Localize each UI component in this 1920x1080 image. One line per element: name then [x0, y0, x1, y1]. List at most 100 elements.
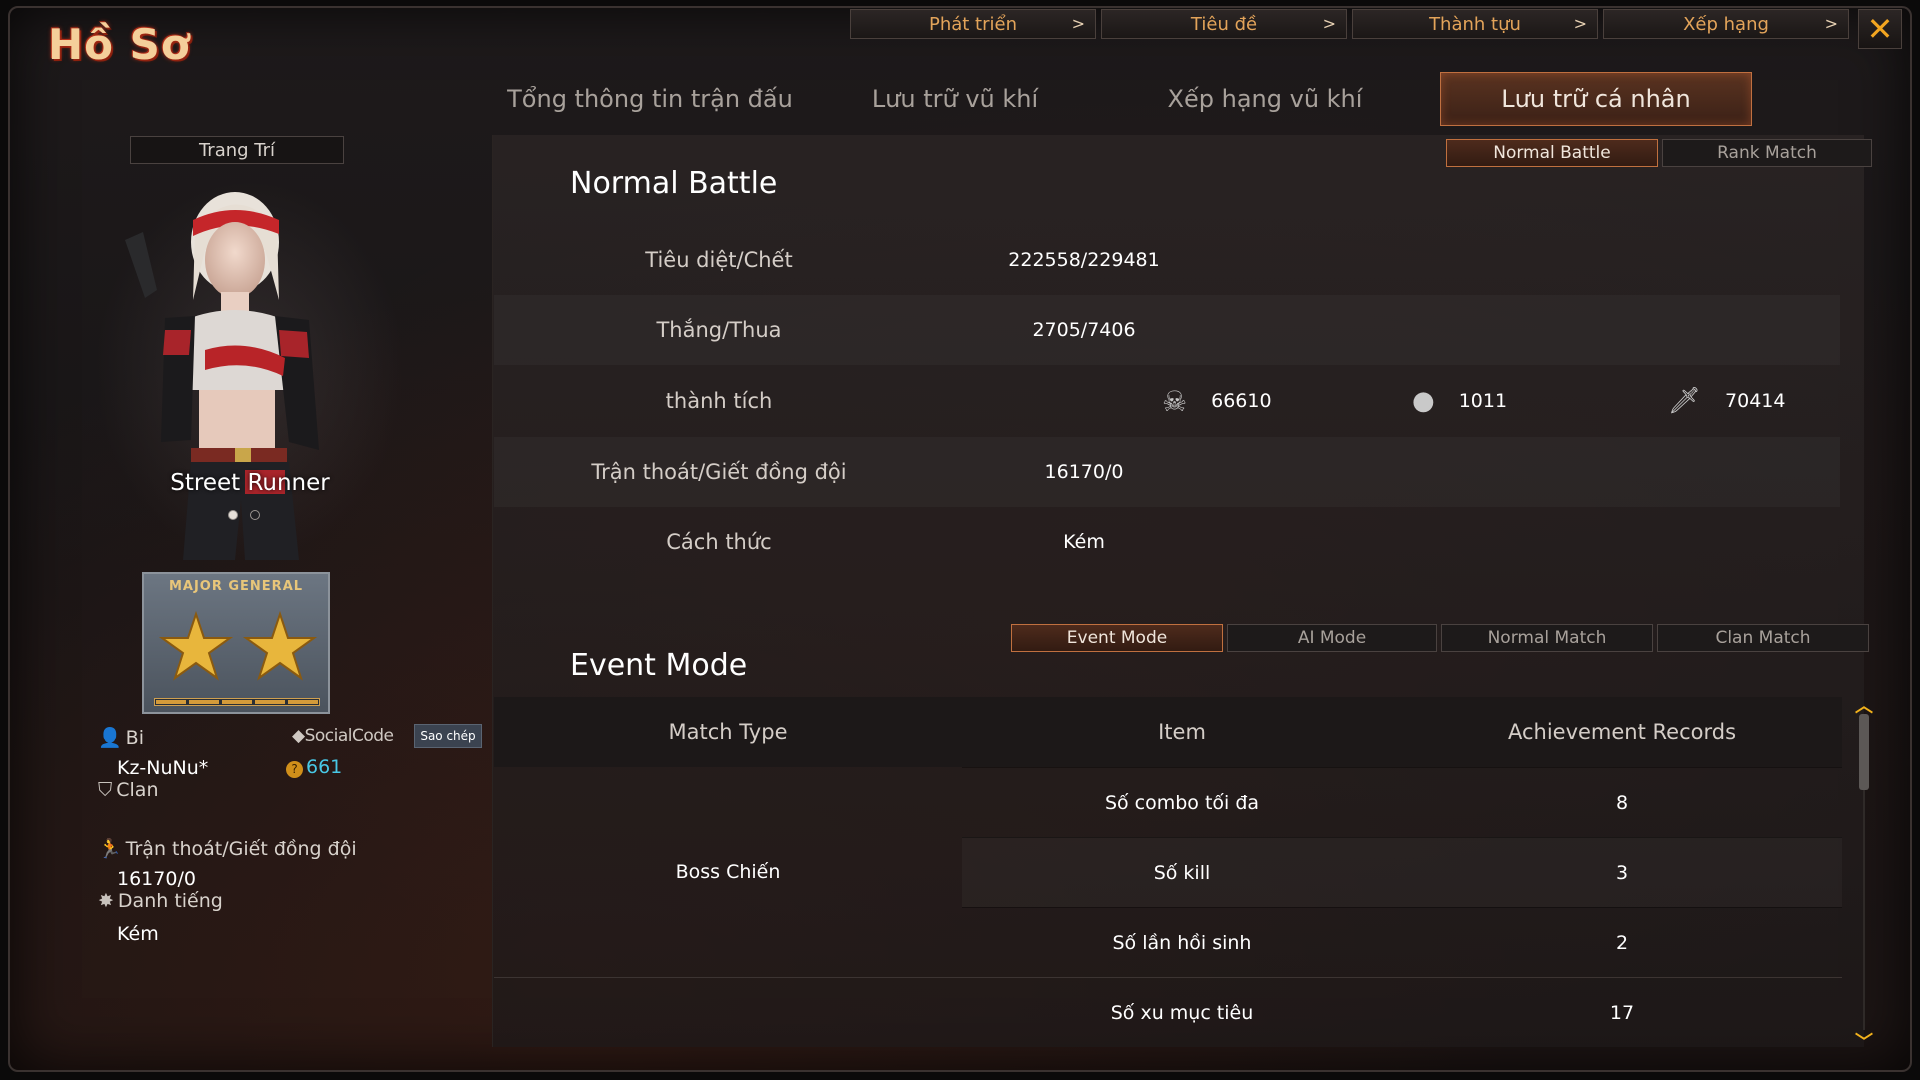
- stat-row-achievements: thành tích ☠ 66610 ● 1011 🗡 70414: [494, 366, 1840, 436]
- stat-value: 2705/7406: [1032, 319, 1136, 341]
- topnav-achievement-button[interactable]: Thành tựu >: [1352, 9, 1598, 39]
- player-name: Kz-NuNu*: [117, 757, 209, 779]
- tab-normal-battle[interactable]: Normal Battle: [1446, 139, 1658, 167]
- tab-event-mode[interactable]: Event Mode: [1011, 624, 1223, 652]
- column-header: Match Type: [668, 720, 788, 744]
- reputation-row: ✸ Danh tiếng: [98, 890, 223, 912]
- coin-value: 661: [306, 756, 343, 778]
- bi-label: Bi: [125, 727, 144, 749]
- reputation-label: Danh tiếng: [117, 890, 223, 912]
- topnav-ranking-button[interactable]: Xếp hạng >: [1603, 9, 1849, 39]
- escape-label: Trận thoát/Giết đồng đội: [125, 838, 357, 860]
- bi-row: 👤 Bi: [98, 726, 144, 749]
- table-header: Match Type Item Achievement Records: [494, 697, 1842, 767]
- mode-tabs: Event Mode AI Mode Normal Match Clan Mat…: [1011, 624, 1869, 652]
- item-cell: Số kill: [1153, 862, 1211, 884]
- chevron-down-icon[interactable]: ﹀: [1852, 1028, 1876, 1054]
- stat-value: 16170/0: [1044, 461, 1124, 483]
- tab-ai-mode[interactable]: AI Mode: [1227, 624, 1437, 652]
- tab-weapon-archive[interactable]: Lưu trữ vũ khí: [820, 72, 1090, 126]
- shield-icon: ⛉: [98, 779, 113, 801]
- escape-value: 16170/0: [117, 868, 196, 890]
- character-figure-image: [125, 192, 319, 560]
- copy-button[interactable]: Sao chép: [414, 724, 482, 748]
- reputation-value: Kém: [117, 923, 159, 945]
- stat-value: 222558/229481: [1008, 249, 1160, 271]
- item-cell: Số lần hồi sinh: [1112, 932, 1252, 954]
- clan-row: ⛉ Clan: [98, 779, 159, 801]
- tag-icon: ◆: [292, 726, 305, 746]
- battle-tabs: Normal Battle Rank Match: [1446, 139, 1872, 167]
- topnav-label: Phát triển: [928, 13, 1017, 35]
- tab-clan-match[interactable]: Clan Match: [1657, 624, 1869, 652]
- item-cell: Số xu mục tiêu: [1110, 1002, 1254, 1024]
- stat-label: Trận thoát/Giết đồng đội: [591, 460, 847, 484]
- table-row: Số kill 3: [962, 837, 1842, 907]
- window-title: Hồ Sơ: [48, 20, 191, 69]
- coin-balance: ? 661: [286, 756, 342, 778]
- pager-dot[interactable]: [250, 510, 260, 520]
- normal-battle-title: Normal Battle: [570, 166, 778, 201]
- tab-personal-archive[interactable]: Lưu trữ cá nhân: [1440, 72, 1752, 126]
- record-cell: 8: [1615, 792, 1629, 814]
- clan-label: Clan: [116, 779, 159, 801]
- item-cell: Số combo tối đa: [1104, 792, 1260, 814]
- achievement-headshot: ☠ 66610: [1162, 366, 1272, 436]
- pager-dot-active[interactable]: [228, 510, 238, 520]
- rank-badge: MAJOR GENERAL: [142, 572, 330, 714]
- chevron-right-icon: >: [1573, 14, 1587, 33]
- coin-icon: ?: [286, 761, 303, 778]
- event-mode-title: Event Mode: [570, 648, 748, 683]
- topnav-title-button[interactable]: Tiêu đề >: [1101, 9, 1347, 39]
- column-header: Achievement Records: [1507, 720, 1737, 744]
- stat-label: thành tích: [665, 389, 773, 413]
- close-button[interactable]: ✕: [1858, 9, 1902, 49]
- tab-rank-match[interactable]: Rank Match: [1662, 139, 1872, 167]
- achievement-value: 70414: [1725, 390, 1786, 412]
- stat-label: Thắng/Thua: [656, 318, 782, 342]
- achievement-value: 66610: [1211, 390, 1272, 412]
- record-cell: 3: [1615, 862, 1629, 884]
- skin-pager: [228, 510, 260, 520]
- table-row: Số xu mục tiêu 17: [494, 977, 1842, 1047]
- running-man-icon: 🏃: [98, 838, 122, 860]
- escape-row: 🏃 Trận thoát/Giết đồng đội: [98, 837, 357, 860]
- record-cell: 2: [1615, 932, 1629, 954]
- stat-label: Cách thức: [666, 530, 772, 554]
- decorate-button[interactable]: Trang Trí: [130, 136, 344, 164]
- achievement-value: 1011: [1458, 390, 1508, 412]
- table-scrollbar[interactable]: ︿ ﹀: [1855, 696, 1873, 1053]
- rank-stars-icon: [158, 610, 318, 681]
- tab-weapon-ranking[interactable]: Xếp hạng vũ khí: [1090, 72, 1440, 126]
- topnav-label: Xếp hạng: [1683, 13, 1769, 35]
- stat-row-escape: Trận thoát/Giết đồng đội 16170/0: [494, 437, 1840, 507]
- badge-icon: ✸: [98, 890, 114, 912]
- topnav-label: Tiêu đề: [1190, 13, 1258, 35]
- tab-normal-match[interactable]: Normal Match: [1441, 624, 1653, 652]
- tab-match-summary[interactable]: Tổng thông tin trận đấu: [480, 72, 820, 126]
- topnav-label: Thành tựu: [1429, 13, 1521, 35]
- stat-row-kd: Tiêu diệt/Chết 222558/229481: [494, 225, 1840, 295]
- scroll-thumb[interactable]: [1859, 714, 1869, 790]
- top-nav: Phát triển > Tiêu đề > Thành tựu > Xếp h…: [850, 9, 1849, 39]
- table-row: Số lần hồi sinh 2: [962, 907, 1842, 977]
- chevron-right-icon: >: [1322, 14, 1336, 33]
- achievement-knife: 🗡 70414: [1668, 366, 1785, 436]
- rank-progress-bar: [154, 698, 320, 706]
- skull-crossbones-icon: ☠: [1162, 384, 1188, 418]
- table-row: Số combo tối đa 8: [962, 767, 1842, 837]
- stat-row-style: Cách thức Kém: [494, 507, 1840, 577]
- user-icon: 👤: [98, 727, 122, 749]
- match-type-cell: Boss Chiến: [675, 861, 781, 883]
- social-code-label: SocialCode: [304, 726, 394, 746]
- knife-icon: 🗡: [1668, 386, 1702, 416]
- main-tabs: Tổng thông tin trận đấu Lưu trữ vũ khí X…: [480, 72, 1752, 126]
- stat-value: Kém: [1063, 531, 1105, 553]
- stat-row-winloss: Thắng/Thua 2705/7406: [494, 295, 1840, 365]
- character-name: Street Runner: [170, 470, 330, 496]
- social-code: ◆SocialCode: [292, 726, 394, 746]
- record-cell: 17: [1609, 1002, 1635, 1024]
- close-icon: ✕: [1866, 10, 1894, 48]
- chevron-right-icon: >: [1071, 14, 1085, 33]
- topnav-development-button[interactable]: Phát triển >: [850, 9, 1096, 39]
